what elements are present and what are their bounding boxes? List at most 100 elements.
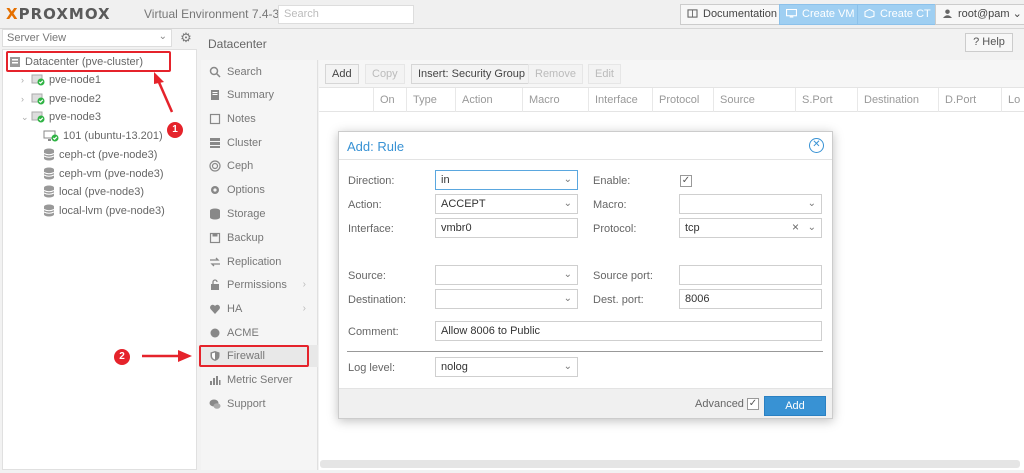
edit-button[interactable]: Edit <box>588 64 621 84</box>
log-level-select[interactable]: nolog ⌄ <box>435 357 578 377</box>
chevron-down-icon: ⌄ <box>563 198 572 209</box>
chevron-down-icon: ⌄ <box>563 174 572 185</box>
annotation-badge-1: 1 <box>167 122 183 138</box>
nav-item-search[interactable]: Search <box>201 61 318 83</box>
replication-icon <box>210 257 220 267</box>
comment-input[interactable]: Allow 8006 to Public <box>435 321 822 341</box>
rules-grid-header: On Type Action Macro Interface Protocol … <box>319 88 1024 112</box>
dialog-footer: Advanced ✓ Add <box>339 388 832 418</box>
column-header[interactable]: Protocol <box>652 88 713 112</box>
cluster-icon <box>210 138 220 148</box>
enable-checkbox[interactable]: ✓ <box>680 175 692 187</box>
dest-port-label: Dest. port: <box>593 294 644 306</box>
search-input[interactable]: Search <box>278 5 414 24</box>
nav-item-metric-server[interactable]: Metric Server <box>201 369 318 391</box>
nav-item-replication[interactable]: Replication <box>201 251 318 273</box>
column-header[interactable]: Action <box>455 88 522 112</box>
storage-icon <box>210 208 220 220</box>
documentation-button[interactable]: Documentation <box>680 4 784 25</box>
book-icon <box>687 9 698 18</box>
nav-item-support[interactable]: Support <box>201 393 318 415</box>
log-level-label: Log level: <box>348 362 396 374</box>
source-port-input[interactable] <box>679 265 822 285</box>
annotation-badge-2: 2 <box>114 349 130 365</box>
chevron-right-icon: › <box>302 303 306 314</box>
column-header[interactable]: D.Port <box>938 88 1001 112</box>
close-icon[interactable]: ✕ <box>809 138 824 153</box>
chevron-right-icon[interactable]: › <box>21 71 31 89</box>
column-header[interactable]: Lo <box>1001 88 1024 112</box>
monitor-icon <box>786 9 797 18</box>
column-header[interactable]: Destination <box>857 88 938 112</box>
datacenter-nav: Search Summary Notes Cluster Ceph Option… <box>201 60 318 470</box>
tree-node-vm-101[interactable]: 101 (ubuntu-13.201) <box>43 127 163 145</box>
chevron-right-icon[interactable]: › <box>21 90 31 108</box>
column-header[interactable]: Macro <box>522 88 588 112</box>
gear-icon[interactable]: ⚙ <box>177 29 195 47</box>
nav-item-storage[interactable]: Storage <box>201 203 318 225</box>
dest-port-input[interactable]: 8006 <box>679 289 822 309</box>
tree-node-ceph-vm[interactable]: ceph-vm (pve-node3) <box>43 165 164 183</box>
interface-input[interactable]: vmbr0 <box>435 218 578 238</box>
column-header[interactable]: On <box>373 88 406 112</box>
column-header[interactable]: S.Port <box>795 88 857 112</box>
summary-icon <box>211 90 219 100</box>
protocol-label: Protocol: <box>593 223 637 235</box>
annotation-arrow-1 <box>154 72 174 113</box>
chevron-down-icon: ⌄ <box>158 31 167 42</box>
nav-item-ha[interactable]: HA › <box>201 298 318 320</box>
heartbeat-icon <box>210 304 220 314</box>
chevron-down-icon: ⌄ <box>807 198 816 209</box>
nav-item-notes[interactable]: Notes <box>201 108 318 130</box>
nav-item-backup[interactable]: Backup <box>201 227 318 249</box>
proxmox-logo: XPROXMOX <box>6 4 144 24</box>
tree-node-pve-node2[interactable]: › pve-node2 <box>21 90 101 108</box>
insert-security-group-button[interactable]: Insert: Security Group <box>411 64 532 84</box>
help-button[interactable]: ? Help <box>965 33 1013 52</box>
nav-item-ceph[interactable]: Ceph <box>201 155 318 177</box>
page-title: Datacenter <box>208 37 267 51</box>
source-label: Source: <box>348 270 386 282</box>
macro-select[interactable]: ⌄ <box>679 194 822 214</box>
cube-icon <box>864 9 875 18</box>
tree-node-pve-node3[interactable]: ⌄ pve-node3 <box>21 108 101 126</box>
chart-icon <box>210 376 221 385</box>
user-menu-button[interactable]: root@pam ⌄ <box>935 4 1024 25</box>
add-rule-button[interactable]: Add <box>325 64 359 84</box>
advanced-label: Advanced <box>695 398 744 410</box>
search-icon <box>209 66 221 78</box>
nav-item-options[interactable]: Options <box>201 179 318 201</box>
add-button[interactable]: Add <box>764 396 826 416</box>
clear-icon[interactable]: × <box>792 220 799 234</box>
source-select[interactable]: ⌄ <box>435 265 578 285</box>
nav-item-permissions[interactable]: Permissions › <box>201 274 318 296</box>
tree-node-local[interactable]: local (pve-node3) <box>43 183 144 201</box>
create-ct-button[interactable]: Create CT <box>857 4 938 25</box>
copy-button[interactable]: Copy <box>365 64 405 84</box>
column-header[interactable]: Source <box>713 88 793 112</box>
annotation-highlight-firewall <box>199 345 309 367</box>
column-header[interactable]: Interface <box>588 88 652 112</box>
chevron-down-icon[interactable]: ⌄ <box>21 108 31 126</box>
remove-button[interactable]: Remove <box>528 64 583 84</box>
protocol-select[interactable]: tcp × ⌄ <box>679 218 822 238</box>
user-icon <box>943 9 952 18</box>
action-select[interactable]: ACCEPT ⌄ <box>435 194 578 214</box>
destination-select[interactable]: ⌄ <box>435 289 578 309</box>
horizontal-scrollbar[interactable] <box>320 460 1020 468</box>
direction-select[interactable]: in ⌄ <box>435 170 578 190</box>
column-header[interactable]: Type <box>406 88 449 112</box>
tree-node-local-lvm[interactable]: local-lvm (pve-node3) <box>43 202 165 220</box>
create-vm-button[interactable]: Create VM <box>779 4 862 25</box>
tree-node-ceph-ct[interactable]: ceph-ct (pve-node3) <box>43 146 157 164</box>
destination-label: Destination: <box>348 294 407 306</box>
nav-item-summary[interactable]: Summary <box>201 84 318 106</box>
advanced-checkbox[interactable]: ✓ <box>747 398 759 410</box>
tree-node-pve-node1[interactable]: › pve-node1 <box>21 71 101 89</box>
chevron-right-icon: › <box>302 279 306 290</box>
nav-item-acme[interactable]: ACME <box>201 322 318 344</box>
nav-item-cluster[interactable]: Cluster <box>201 132 318 154</box>
server-view-select[interactable]: Server View ⌄ <box>2 29 172 47</box>
comment-label: Comment: <box>348 326 399 338</box>
storage-icon <box>43 185 55 198</box>
